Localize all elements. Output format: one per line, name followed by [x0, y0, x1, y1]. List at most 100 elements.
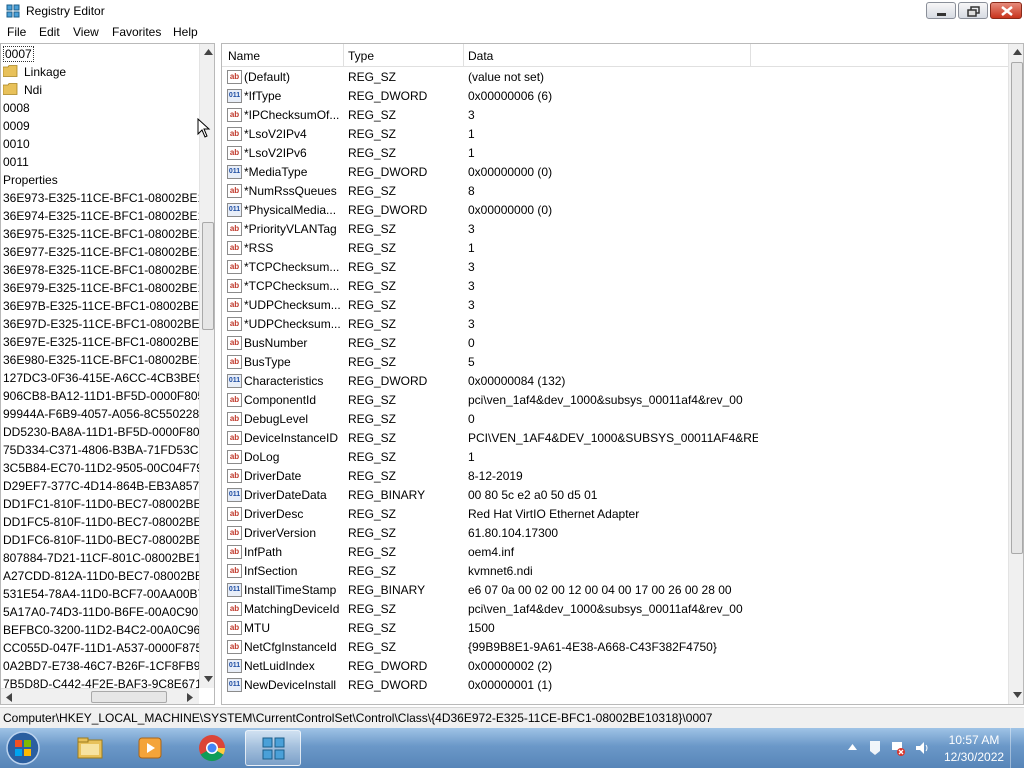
value-row[interactable]: ab ComponentId REG_SZ pci\ven_1af4&dev_1000…: [222, 391, 1008, 410]
taskbar-file-explorer[interactable]: [62, 730, 118, 766]
value-row[interactable]: 011 NetLuidIndex REG_DWORD 0x00000002 (2): [222, 657, 1008, 676]
menu-view[interactable]: View: [71, 25, 101, 39]
scroll-down-icon[interactable]: [204, 676, 213, 682]
taskbar-media-player[interactable]: [122, 730, 178, 766]
value-row[interactable]: ab InfPath REG_SZ oem4.inf: [222, 543, 1008, 562]
column-name[interactable]: Name: [228, 49, 260, 63]
tree-item[interactable]: BEFBC0-3200-11D2-B4C2-00A0C9697: [3, 621, 199, 639]
column-divider[interactable]: [343, 44, 344, 66]
tree-item[interactable]: 0009: [3, 117, 199, 135]
tree-item[interactable]: 5A17A0-74D3-11D0-B6FE-00A0C90F5: [3, 603, 199, 621]
scroll-up-icon[interactable]: [204, 49, 213, 55]
value-row[interactable]: ab DriverDesc REG_SZ Red Hat VirtIO Etherne…: [222, 505, 1008, 524]
tree-item[interactable]: 36E977-E325-11CE-BFC1-08002BE103: [3, 243, 199, 261]
list-vertical-scrollbar[interactable]: [1008, 44, 1023, 704]
tree-item[interactable]: DD1FC6-810F-11D0-BEC7-08002BE20: [3, 531, 199, 549]
tree-item[interactable]: 99944A-F6B9-4057-A056-8C55022854: [3, 405, 199, 423]
taskbar-registry-editor[interactable]: [245, 730, 301, 766]
tree-horizontal-scrollbar[interactable]: [1, 688, 199, 704]
value-row[interactable]: ab DriverDate REG_SZ 8-12-2019: [222, 467, 1008, 486]
clock-date[interactable]: 12/30/2022: [944, 750, 1004, 764]
tree-item[interactable]: DD1FC5-810F-11D0-BEC7-08002BE20: [3, 513, 199, 531]
clock-time[interactable]: 10:57 AM: [944, 733, 1004, 747]
value-row[interactable]: 011 *PhysicalMedia... REG_DWORD 0x00000000 …: [222, 201, 1008, 220]
value-row[interactable]: ab DebugLevel REG_SZ 0: [222, 410, 1008, 429]
value-row[interactable]: 011 DriverDateData REG_BINARY 00 80 5c e2 a…: [222, 486, 1008, 505]
scroll-left-icon[interactable]: [6, 693, 12, 702]
value-row[interactable]: ab DoLog REG_SZ 1: [222, 448, 1008, 467]
column-data[interactable]: Data: [468, 49, 493, 63]
menu-file[interactable]: File: [5, 25, 28, 39]
value-row[interactable]: ab *LsoV2IPv4 REG_SZ 1: [222, 125, 1008, 144]
tree-item[interactable]: 531E54-78A4-11D0-BCF7-00AA00B7B: [3, 585, 199, 603]
value-row[interactable]: ab DeviceInstanceID REG_SZ PCI\VEN_1AF4&DEV…: [222, 429, 1008, 448]
tree-item[interactable]: 0007: [3, 45, 199, 63]
value-row[interactable]: ab *NumRssQueues REG_SZ 8: [222, 182, 1008, 201]
action-center-icon[interactable]: [867, 740, 883, 756]
value-row[interactable]: ab *UDPChecksum... REG_SZ 3: [222, 296, 1008, 315]
value-row[interactable]: ab *PriorityVLANTag REG_SZ 3: [222, 220, 1008, 239]
tree-item[interactable]: A27CDD-812A-11D0-BEC7-08002BE20: [3, 567, 199, 585]
tree-vertical-thumb[interactable]: [202, 222, 214, 330]
scroll-right-icon[interactable]: [187, 693, 193, 702]
tree-item[interactable]: 36E975-E325-11CE-BFC1-08002BE103: [3, 225, 199, 243]
scroll-up-icon[interactable]: [1013, 49, 1022, 55]
value-row[interactable]: ab NetCfgInstanceId REG_SZ {99B9B8E1-9A61-4…: [222, 638, 1008, 657]
tree-item[interactable]: 127DC3-0F36-415E-A6CC-4CB3BE910: [3, 369, 199, 387]
tree-item[interactable]: 75D334-C371-4806-B3BA-71FD53C92: [3, 441, 199, 459]
value-row[interactable]: ab BusType REG_SZ 5: [222, 353, 1008, 372]
value-row[interactable]: ab *LsoV2IPv6 REG_SZ 1: [222, 144, 1008, 163]
tree-item[interactable]: 0008: [3, 99, 199, 117]
column-type[interactable]: Type: [348, 49, 374, 63]
tree-item[interactable]: 906CB8-BA12-11D1-BF5D-0000F805F5: [3, 387, 199, 405]
close-button[interactable]: [990, 2, 1022, 19]
menu-help[interactable]: Help: [171, 25, 200, 39]
tree-item[interactable]: 36E97D-E325-11CE-BFC1-08002BE103: [3, 315, 199, 333]
tree-item[interactable]: 36E974-E325-11CE-BFC1-08002BE103: [3, 207, 199, 225]
tree-item[interactable]: 0011: [3, 153, 199, 171]
value-row[interactable]: 011 *IfType REG_DWORD 0x00000006 (6): [222, 87, 1008, 106]
value-row[interactable]: ab DriverVersion REG_SZ 61.80.104.17300: [222, 524, 1008, 543]
tree-item[interactable]: 36E980-E325-11CE-BFC1-08002BE103: [3, 351, 199, 369]
value-row[interactable]: ab (Default) REG_SZ (value not set): [222, 68, 1008, 87]
tree-item[interactable]: Linkage: [3, 63, 199, 81]
column-divider[interactable]: [463, 44, 464, 66]
value-row[interactable]: 011 InstallTimeStamp REG_BINARY e6 07 0a 00…: [222, 581, 1008, 600]
tree-item[interactable]: DD5230-BA8A-11D1-BF5D-0000F805F: [3, 423, 199, 441]
tree-item[interactable]: D29EF7-377C-4D14-864B-EB3A857693: [3, 477, 199, 495]
key-tree[interactable]: 0007 Linkage Ndi 0008 0009 0010 0011 Properties…: [0, 43, 215, 705]
tree-item[interactable]: 807884-7D21-11CF-801C-08002BE103: [3, 549, 199, 567]
start-button[interactable]: [4, 730, 42, 766]
tree-item[interactable]: 36E979-E325-11CE-BFC1-08002BE103: [3, 279, 199, 297]
tree-item[interactable]: Properties: [3, 171, 199, 189]
values-list[interactable]: Name Type Data ab (Default) REG_SZ (value n…: [221, 43, 1024, 705]
list-vertical-thumb[interactable]: [1011, 62, 1023, 554]
tree-horizontal-thumb[interactable]: [91, 691, 167, 703]
show-desktop-button[interactable]: [1010, 728, 1024, 768]
tree-item[interactable]: Ndi: [3, 81, 199, 99]
value-row[interactable]: ab *UDPChecksum... REG_SZ 3: [222, 315, 1008, 334]
tree-item[interactable]: DD1FC1-810F-11D0-BEC7-08002BE20: [3, 495, 199, 513]
value-row[interactable]: ab *TCPChecksum... REG_SZ 3: [222, 258, 1008, 277]
tree-item[interactable]: 36E97E-E325-11CE-BFC1-08002BE103: [3, 333, 199, 351]
value-row[interactable]: ab *IPChecksumOf... REG_SZ 3: [222, 106, 1008, 125]
volume-icon[interactable]: [914, 740, 930, 756]
minimize-button[interactable]: [926, 2, 956, 19]
value-row[interactable]: 011 *MediaType REG_DWORD 0x00000000 (0): [222, 163, 1008, 182]
value-row[interactable]: ab BusNumber REG_SZ 0: [222, 334, 1008, 353]
taskbar-chrome[interactable]: [184, 730, 240, 766]
tree-item[interactable]: 36E973-E325-11CE-BFC1-08002BE103: [3, 189, 199, 207]
column-divider[interactable]: [750, 44, 751, 66]
menu-favorites[interactable]: Favorites: [110, 25, 163, 39]
value-row[interactable]: ab MatchingDeviceId REG_SZ pci\ven_1af4&dev…: [222, 600, 1008, 619]
tree-item[interactable]: 0A2BD7-E738-46C7-B26F-1CF8FB9F1: [3, 657, 199, 675]
value-row[interactable]: ab MTU REG_SZ 1500: [222, 619, 1008, 638]
tree-item[interactable]: 0010: [3, 135, 199, 153]
show-hidden-icons-icon[interactable]: [848, 744, 857, 750]
scroll-down-icon[interactable]: [1013, 692, 1022, 698]
tree-vertical-scrollbar[interactable]: [199, 44, 214, 688]
value-row[interactable]: ab *RSS REG_SZ 1: [222, 239, 1008, 258]
menu-edit[interactable]: Edit: [37, 25, 62, 39]
tree-item[interactable]: CC055D-047F-11D1-A537-0000F8753E: [3, 639, 199, 657]
tree-item[interactable]: 36E97B-E325-11CE-BFC1-08002BE103: [3, 297, 199, 315]
